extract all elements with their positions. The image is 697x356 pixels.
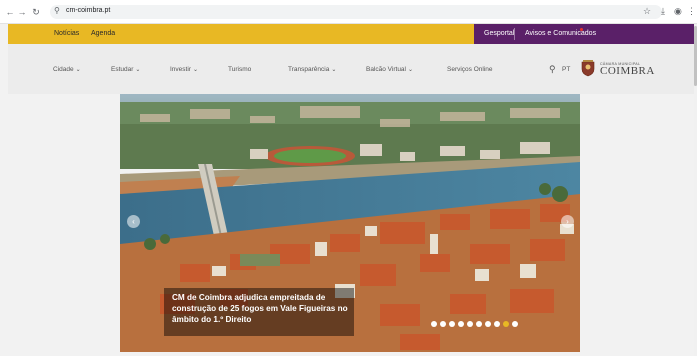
kebab-menu-icon[interactable]: ⋮ bbox=[687, 6, 696, 17]
chevron-down-icon: ⌄ bbox=[331, 67, 337, 73]
back-icon[interactable]: ← bbox=[4, 6, 16, 18]
chevron-down-icon: ⌄ bbox=[75, 67, 81, 73]
link-gesportal[interactable]: Gesportal bbox=[484, 30, 514, 37]
chevron-down-icon: ⌄ bbox=[192, 67, 198, 73]
link-noticias[interactable]: Notícias bbox=[54, 30, 79, 37]
star-icon[interactable]: ☆ bbox=[643, 6, 651, 17]
carousel-prev-button[interactable]: ‹ bbox=[127, 215, 140, 228]
chevron-down-icon: ⌄ bbox=[408, 67, 414, 73]
notification-dot bbox=[580, 28, 583, 31]
carousel-dot[interactable] bbox=[458, 321, 464, 327]
nav-label: Estudar bbox=[111, 66, 134, 73]
nav-item-turismo[interactable]: Turismo bbox=[228, 66, 251, 73]
nav-item-transparencia[interactable]: Transparência ⌄ bbox=[288, 66, 336, 73]
site-info-icon[interactable]: ⚲ bbox=[54, 6, 60, 15]
carousel-dot[interactable] bbox=[449, 321, 455, 327]
carousel-dot[interactable] bbox=[440, 321, 446, 327]
carousel-dot[interactable] bbox=[431, 321, 437, 327]
coimbra-crest-icon bbox=[581, 60, 595, 77]
download-icon[interactable]: ⤓ bbox=[661, 6, 665, 17]
carousel-pagination bbox=[431, 321, 518, 328]
nav-label: Serviços Online bbox=[447, 66, 493, 73]
nav-label: Transparência bbox=[288, 66, 330, 73]
browser-toolbar: ← → ↻ ⚲ cm-coimbra.pt ☆ ⤓ ◉ ⋮ bbox=[0, 0, 697, 24]
carousel-dot[interactable] bbox=[476, 321, 482, 327]
carousel-next-button[interactable]: › bbox=[561, 215, 574, 228]
nav-item-balcao-virtual[interactable]: Balcão Virtual ⌄ bbox=[366, 66, 413, 73]
nav-label: Cidade bbox=[53, 66, 74, 73]
top-utility-bar: Notícias Agenda Gesportal Avisos e Comun… bbox=[8, 24, 694, 44]
carousel-dot[interactable] bbox=[512, 321, 518, 327]
nav-label: Balcão Virtual bbox=[366, 66, 406, 73]
carousel-dot[interactable] bbox=[503, 321, 509, 327]
reload-icon[interactable]: ↻ bbox=[30, 6, 42, 18]
address-bar[interactable]: ⚲ cm-coimbra.pt bbox=[50, 5, 662, 19]
carousel-dot[interactable] bbox=[494, 321, 500, 327]
divider bbox=[514, 28, 515, 40]
nav-item-cidade[interactable]: Cidade ⌄ bbox=[53, 66, 81, 73]
slide-caption[interactable]: CM de Coimbra adjudica empreitada de con… bbox=[164, 288, 354, 336]
link-avisos-comunicados[interactable]: Avisos e Comunicados bbox=[525, 30, 596, 37]
forward-icon[interactable]: → bbox=[16, 6, 28, 18]
hero-carousel[interactable]: ‹ › CM de Coimbra adjudica empreitada de… bbox=[120, 94, 580, 352]
purple-utility-panel: Gesportal Avisos e Comunicados bbox=[474, 24, 694, 44]
nav-label: Investir bbox=[170, 66, 191, 73]
nav-item-servicos-online[interactable]: Serviços Online bbox=[447, 66, 493, 73]
search-icon[interactable]: ⚲ bbox=[549, 64, 556, 75]
profile-icon[interactable]: ◉ bbox=[674, 6, 682, 17]
main-navigation: Cidade ⌄ Estudar ⌄ Investir ⌄ Turismo Trans… bbox=[8, 44, 694, 94]
nav-item-investir[interactable]: Investir ⌄ bbox=[170, 66, 198, 73]
slide-caption-text: CM de Coimbra adjudica empreitada de con… bbox=[172, 293, 348, 324]
chevron-down-icon: ⌄ bbox=[135, 67, 141, 73]
language-selector[interactable]: PT bbox=[562, 66, 570, 73]
nav-item-estudar[interactable]: Estudar ⌄ bbox=[111, 66, 140, 73]
nav-label: Turismo bbox=[228, 66, 252, 73]
link-agenda[interactable]: Agenda bbox=[91, 30, 115, 37]
url-text: cm-coimbra.pt bbox=[66, 7, 111, 14]
carousel-dot[interactable] bbox=[485, 321, 491, 327]
brand-logo[interactable]: COIMBRA bbox=[600, 65, 655, 77]
carousel-dot[interactable] bbox=[467, 321, 473, 327]
